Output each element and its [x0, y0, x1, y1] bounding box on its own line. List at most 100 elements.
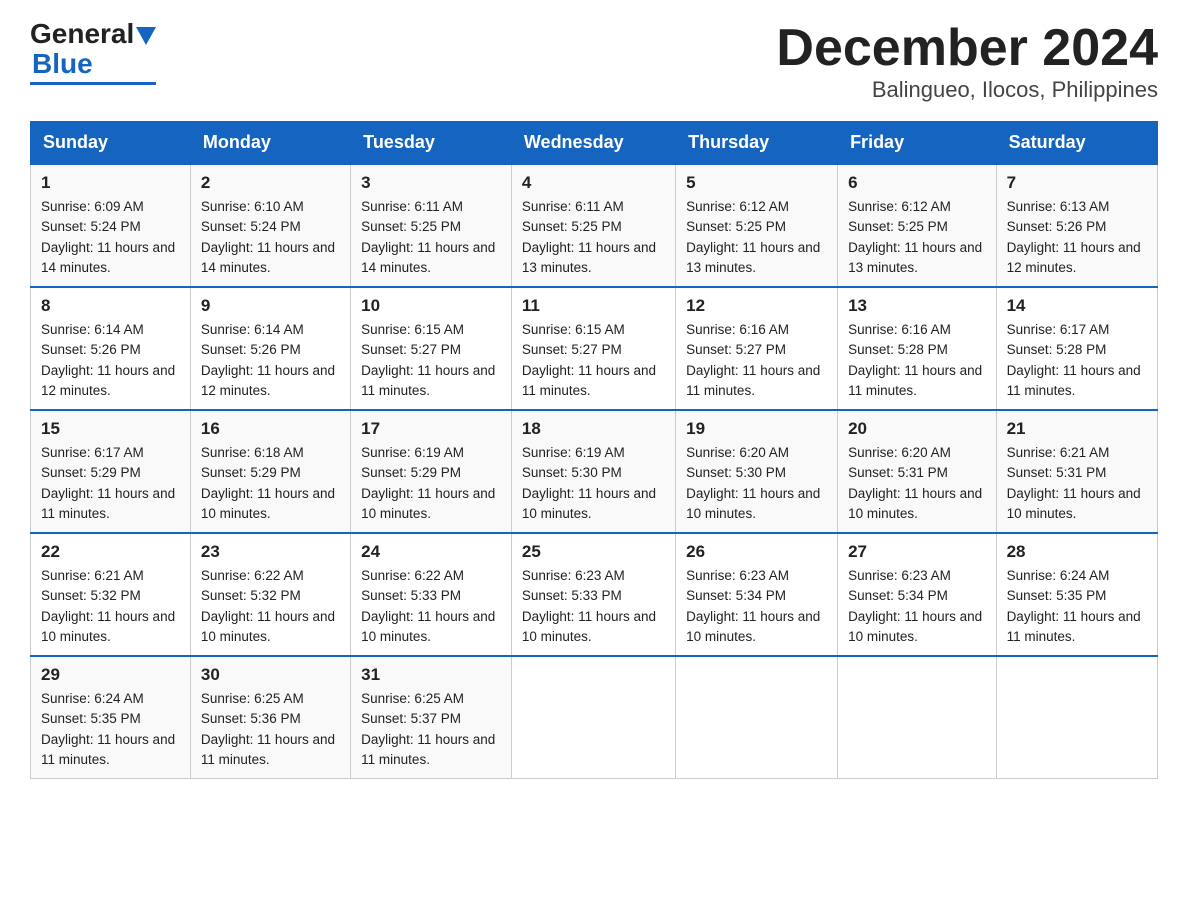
calendar-cell: 18 Sunrise: 6:19 AMSunset: 5:30 PMDayligh…	[511, 410, 675, 533]
calendar-cell: 31 Sunrise: 6:25 AMSunset: 5:37 PMDayligh…	[351, 656, 512, 779]
logo-blue-text: Blue	[32, 48, 93, 80]
day-info: Sunrise: 6:15 AMSunset: 5:27 PMDaylight:…	[361, 320, 501, 401]
calendar-cell: 2Sunrise: 6:10 AMSunset: 5:24 PMDaylight…	[190, 164, 350, 287]
calendar-header-row: SundayMondayTuesdayWednesdayThursdayFrid…	[31, 122, 1158, 165]
calendar-week-row: 22Sunrise: 6:21 AMSunset: 5:32 PMDayligh…	[31, 533, 1158, 656]
day-info: Sunrise: 6:21 AMSunset: 5:31 PMDaylight:…	[1007, 443, 1147, 524]
day-number: 22	[41, 542, 180, 562]
day-info: Sunrise: 6:16 AMSunset: 5:27 PMDaylight:…	[686, 320, 827, 401]
calendar-cell: 13 Sunrise: 6:16 AMSunset: 5:28 PMDayligh…	[838, 287, 997, 410]
calendar-cell: 19 Sunrise: 6:20 AMSunset: 5:30 PMDayligh…	[676, 410, 838, 533]
day-info: Sunrise: 6:13 AMSunset: 5:26 PMDaylight:…	[1007, 197, 1147, 278]
calendar-week-row: 15 Sunrise: 6:17 AMSunset: 5:29 PMDayligh…	[31, 410, 1158, 533]
logo-triangle-icon	[136, 27, 156, 45]
day-number: 16	[201, 419, 340, 439]
day-info: Sunrise: 6:20 AMSunset: 5:31 PMDaylight:…	[848, 443, 986, 524]
calendar-cell: 24 Sunrise: 6:22 AMSunset: 5:33 PMDayligh…	[351, 533, 512, 656]
logo-underline	[30, 82, 156, 85]
day-number: 1	[41, 173, 180, 193]
day-info: Sunrise: 6:22 AMSunset: 5:33 PMDaylight:…	[361, 566, 501, 647]
day-info: Sunrise: 6:12 AMSunset: 5:25 PMDaylight:…	[686, 197, 827, 278]
day-info: Sunrise: 6:11 AMSunset: 5:25 PMDaylight:…	[361, 197, 501, 278]
day-info: Sunrise: 6:22 AMSunset: 5:32 PMDaylight:…	[201, 566, 340, 647]
calendar-cell	[996, 656, 1157, 779]
calendar-cell: 25 Sunrise: 6:23 AMSunset: 5:33 PMDayligh…	[511, 533, 675, 656]
day-info: Sunrise: 6:09 AMSunset: 5:24 PMDaylight:…	[41, 197, 180, 278]
calendar-cell: 1 Sunrise: 6:09 AMSunset: 5:24 PMDaylight…	[31, 164, 191, 287]
day-number: 3	[361, 173, 501, 193]
day-info: Sunrise: 6:23 AMSunset: 5:34 PMDaylight:…	[848, 566, 986, 647]
day-info: Sunrise: 6:16 AMSunset: 5:28 PMDaylight:…	[848, 320, 986, 401]
day-info: Sunrise: 6:24 AMSunset: 5:35 PMDaylight:…	[41, 689, 180, 770]
calendar-cell: 22Sunrise: 6:21 AMSunset: 5:32 PMDayligh…	[31, 533, 191, 656]
calendar-cell: 16 Sunrise: 6:18 AMSunset: 5:29 PMDayligh…	[190, 410, 350, 533]
day-number: 29	[41, 665, 180, 685]
day-number: 28	[1007, 542, 1147, 562]
column-header-monday: Monday	[190, 122, 350, 165]
column-header-sunday: Sunday	[31, 122, 191, 165]
calendar-cell: 11Sunrise: 6:15 AMSunset: 5:27 PMDayligh…	[511, 287, 675, 410]
day-info: Sunrise: 6:19 AMSunset: 5:30 PMDaylight:…	[522, 443, 665, 524]
calendar-cell: 10 Sunrise: 6:15 AMSunset: 5:27 PMDayligh…	[351, 287, 512, 410]
day-info: Sunrise: 6:19 AMSunset: 5:29 PMDaylight:…	[361, 443, 501, 524]
calendar-cell: 9 Sunrise: 6:14 AMSunset: 5:26 PMDaylight…	[190, 287, 350, 410]
column-header-wednesday: Wednesday	[511, 122, 675, 165]
day-number: 11	[522, 296, 665, 316]
day-info: Sunrise: 6:11 AMSunset: 5:25 PMDaylight:…	[522, 197, 665, 278]
calendar-table: SundayMondayTuesdayWednesdayThursdayFrid…	[30, 121, 1158, 779]
column-header-friday: Friday	[838, 122, 997, 165]
day-number: 25	[522, 542, 665, 562]
day-number: 6	[848, 173, 986, 193]
day-number: 31	[361, 665, 501, 685]
calendar-cell: 17Sunrise: 6:19 AMSunset: 5:29 PMDayligh…	[351, 410, 512, 533]
calendar-cell	[838, 656, 997, 779]
day-number: 8	[41, 296, 180, 316]
day-number: 18	[522, 419, 665, 439]
day-number: 7	[1007, 173, 1147, 193]
day-number: 20	[848, 419, 986, 439]
calendar-cell: 5 Sunrise: 6:12 AMSunset: 5:25 PMDaylight…	[676, 164, 838, 287]
day-number: 4	[522, 173, 665, 193]
day-number: 5	[686, 173, 827, 193]
day-number: 10	[361, 296, 501, 316]
calendar-week-row: 29 Sunrise: 6:24 AMSunset: 5:35 PMDayligh…	[31, 656, 1158, 779]
day-info: Sunrise: 6:17 AMSunset: 5:29 PMDaylight:…	[41, 443, 180, 524]
calendar-week-row: 1 Sunrise: 6:09 AMSunset: 5:24 PMDaylight…	[31, 164, 1158, 287]
page-header: General Blue December 2024 Balingueo, Il…	[30, 20, 1158, 103]
day-number: 26	[686, 542, 827, 562]
day-info: Sunrise: 6:10 AMSunset: 5:24 PMDaylight:…	[201, 197, 340, 278]
day-info: Sunrise: 6:12 AMSunset: 5:25 PMDaylight:…	[848, 197, 986, 278]
day-info: Sunrise: 6:23 AMSunset: 5:33 PMDaylight:…	[522, 566, 665, 647]
calendar-cell: 12 Sunrise: 6:16 AMSunset: 5:27 PMDayligh…	[676, 287, 838, 410]
day-info: Sunrise: 6:14 AMSunset: 5:26 PMDaylight:…	[201, 320, 340, 401]
day-info: Sunrise: 6:23 AMSunset: 5:34 PMDaylight:…	[686, 566, 827, 647]
logo: General Blue	[30, 20, 156, 85]
column-header-saturday: Saturday	[996, 122, 1157, 165]
calendar-cell: 30Sunrise: 6:25 AMSunset: 5:36 PMDayligh…	[190, 656, 350, 779]
month-title: December 2024	[776, 20, 1158, 77]
day-info: Sunrise: 6:20 AMSunset: 5:30 PMDaylight:…	[686, 443, 827, 524]
day-number: 19	[686, 419, 827, 439]
calendar-cell: 6 Sunrise: 6:12 AMSunset: 5:25 PMDaylight…	[838, 164, 997, 287]
day-number: 30	[201, 665, 340, 685]
day-info: Sunrise: 6:25 AMSunset: 5:37 PMDaylight:…	[361, 689, 501, 770]
calendar-cell: 7 Sunrise: 6:13 AMSunset: 5:26 PMDaylight…	[996, 164, 1157, 287]
calendar-cell: 14Sunrise: 6:17 AMSunset: 5:28 PMDayligh…	[996, 287, 1157, 410]
day-number: 12	[686, 296, 827, 316]
day-info: Sunrise: 6:18 AMSunset: 5:29 PMDaylight:…	[201, 443, 340, 524]
day-number: 13	[848, 296, 986, 316]
location-title: Balingueo, Ilocos, Philippines	[776, 77, 1158, 103]
day-number: 15	[41, 419, 180, 439]
calendar-cell: 28Sunrise: 6:24 AMSunset: 5:35 PMDayligh…	[996, 533, 1157, 656]
day-number: 23	[201, 542, 340, 562]
day-number: 9	[201, 296, 340, 316]
calendar-cell: 26 Sunrise: 6:23 AMSunset: 5:34 PMDayligh…	[676, 533, 838, 656]
day-number: 21	[1007, 419, 1147, 439]
calendar-cell: 21 Sunrise: 6:21 AMSunset: 5:31 PMDayligh…	[996, 410, 1157, 533]
title-area: December 2024 Balingueo, Ilocos, Philipp…	[776, 20, 1158, 103]
calendar-cell	[676, 656, 838, 779]
calendar-cell: 4 Sunrise: 6:11 AMSunset: 5:25 PMDaylight…	[511, 164, 675, 287]
calendar-cell: 15 Sunrise: 6:17 AMSunset: 5:29 PMDayligh…	[31, 410, 191, 533]
column-header-tuesday: Tuesday	[351, 122, 512, 165]
day-number: 24	[361, 542, 501, 562]
